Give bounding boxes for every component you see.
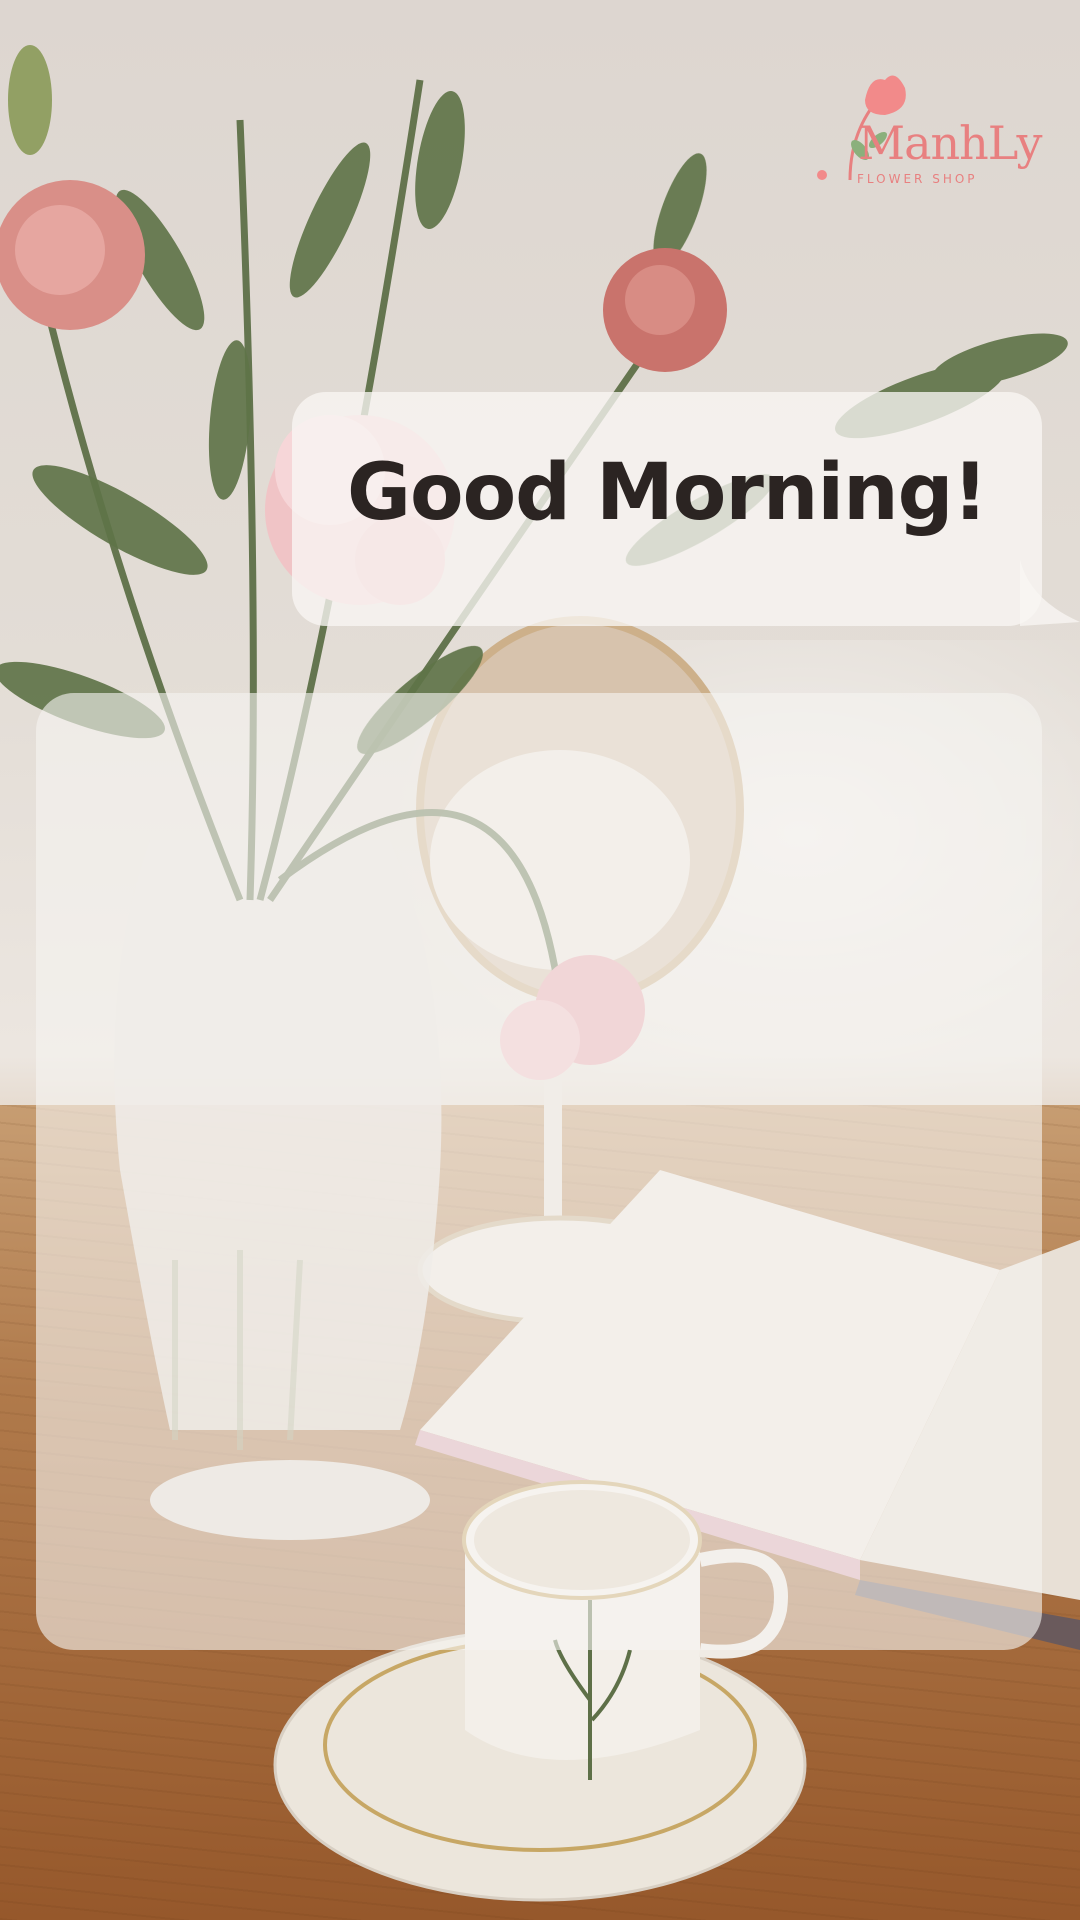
greeting-text: Good Morning! [346,448,988,538]
content-panel [36,693,1042,1650]
brand-name: ManhLy [858,116,1043,170]
bubble-tail [1020,560,1080,626]
background-photo: ManhLy FLOWER SHOP Good Morning! [0,0,1080,1920]
brand-tagline: FLOWER SHOP [857,172,978,186]
